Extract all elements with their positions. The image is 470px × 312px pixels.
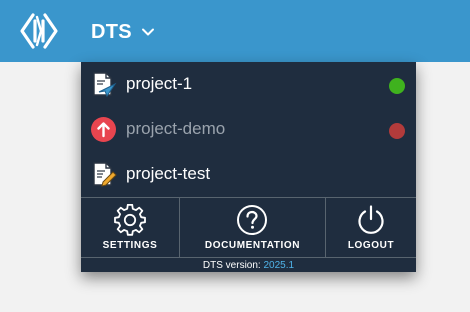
upload-arrow-icon: [91, 117, 116, 142]
version-label: DTS version:: [202, 260, 261, 271]
logout-label: LOGOUT: [347, 240, 395, 251]
project-name: project-demo: [126, 119, 226, 138]
documentation-button[interactable]: DOCUMENTATION: [180, 198, 325, 258]
documentation-label: DOCUMENTATION: [204, 240, 301, 251]
question-circle-icon: [237, 205, 267, 235]
settings-label: SETTINGS: [102, 240, 158, 251]
project-item[interactable]: project-1: [81, 62, 416, 107]
logo-icon[interactable]: [18, 10, 60, 52]
app-name: DTS: [91, 20, 132, 43]
app-dropdown-menu: project-1 project-demo project-test SETT…: [81, 62, 416, 272]
top-bar: DTS: [0, 0, 470, 62]
project-name: project-1: [126, 74, 193, 93]
version-info: DTS version: 2025.1: [81, 259, 416, 272]
menu-actions: SETTINGS DOCUMENTATION LOGOUT: [81, 197, 416, 258]
status-indicator: [389, 78, 405, 94]
project-item[interactable]: project-demo: [81, 107, 416, 152]
app-switcher[interactable]: DTS: [91, 18, 155, 46]
gear-icon: [114, 204, 146, 236]
chevron-down-icon: [141, 28, 154, 36]
status-indicator: [389, 123, 405, 139]
logout-button[interactable]: LOGOUT: [326, 198, 416, 258]
document-send-icon: [93, 72, 117, 98]
version-number: 2025.1: [263, 260, 295, 271]
project-item[interactable]: project-test: [81, 152, 416, 197]
document-edit-icon: [93, 162, 117, 187]
settings-button[interactable]: SETTINGS: [81, 198, 179, 258]
project-name: project-test: [126, 164, 211, 183]
power-icon: [358, 205, 384, 234]
